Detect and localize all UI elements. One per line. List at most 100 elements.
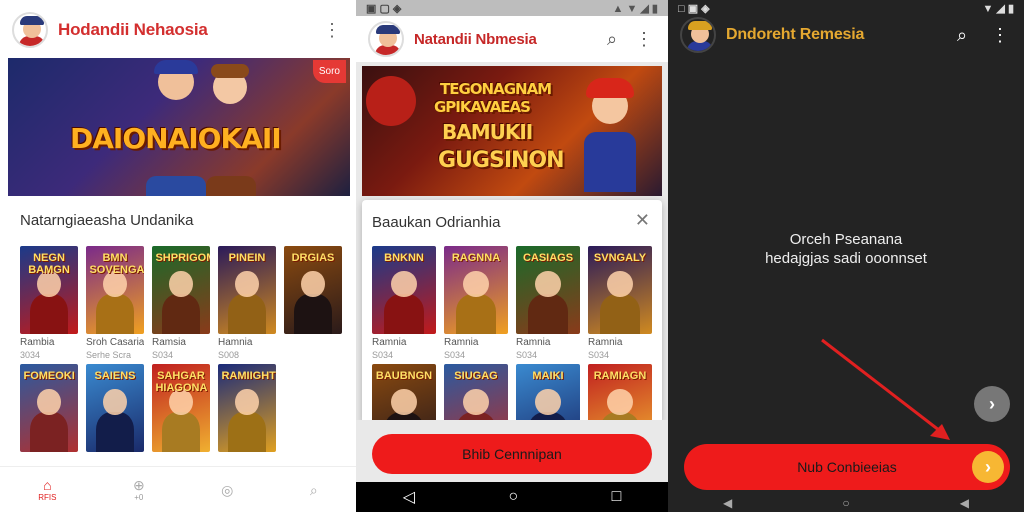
game-logo-text: DRGIAS [291,252,335,265]
section-title: Natarngiaeasha Undanika [20,212,194,229]
game-subtitle: S008 [218,350,240,360]
banner-line-3: BAMUKII [442,120,533,144]
game-logo-text: RAGNNA [451,252,501,265]
pointer-arrow [821,338,950,440]
system-nav-bar: ◁ ○ □ [356,482,668,512]
screen-light-home: Hodandii Nehaosia ⋮ DAIONAIOKAII Soro Na… [0,0,356,512]
game-logo-text: CASIAGS [522,252,574,265]
game-subtitle: Serhe Scra [86,350,132,360]
banner-line-4: GUGSINON [438,148,565,173]
game-card[interactable]: BNKNN Ramnia S034 [372,246,436,360]
game-logo-text: RAMIAGN [593,370,647,383]
game-title: Ramnia [588,337,623,348]
game-card[interactable]: DRGIAS [284,246,342,360]
status-bar: ▣ ▢ ◈ ▲ ▼ ◢ ▮ [356,0,668,16]
game-card[interactable]: SHPRIGOME Ramsia S034 [152,246,210,360]
game-title: Ramnia [372,337,407,348]
more-options-icon[interactable]: ⋮ [632,27,656,51]
banner-line-1: TEGONAGNAM [440,80,552,98]
status-icons-right: ▼ ◢ ▮ [982,2,1014,15]
app-title: Natandii Nbmesia [414,30,537,48]
home-icon[interactable]: ○ [508,488,518,506]
game-thumbnail: BMN SOVENGA [86,246,144,334]
message-line-1: Orceh Pseanana [789,231,903,248]
game-logo-text: RAMIIGHT [221,370,276,383]
game-logo-text: SHPRIGOME [155,252,210,265]
close-icon[interactable]: ✕ [635,210,650,231]
app-logo [368,21,404,57]
game-card[interactable]: CASIAGS Ramnia S034 [516,246,580,360]
game-grid: NEGN BAMGN Rambia 3034 BMN SOVENGA Sroh Casa… [20,246,342,457]
next-button[interactable]: › [974,386,1010,422]
continue-button-label: Bhib Cennnipan [462,446,562,462]
nav-label: RFIS [38,493,57,502]
game-logo-text: SIUGAG [454,370,498,383]
game-logo-text: BAUBNGN [375,370,433,383]
continue-button[interactable]: Bhib Cennnipan [372,434,652,474]
search-icon[interactable]: ⌕ [950,23,974,47]
add-icon: ⊕ [132,477,145,493]
more-options-icon[interactable]: ⋮ [320,18,344,42]
back-icon[interactable]: ◁ [403,487,415,507]
game-logo-text: FOMEOKI [23,370,75,383]
status-icons-right: ▲ ▼ ◢ ▮ [612,2,658,15]
nav-item-add[interactable]: ⊕ +0 [133,477,145,502]
game-logo-text: PINEIN [228,252,266,265]
home-icon[interactable]: ○ [842,496,849,510]
search-icon[interactable]: ⌕ [600,27,624,51]
screen-dialog: ▣ ▢ ◈ ▲ ▼ ◢ ▮ Natandii Nbmesia ⌕ ⋮ TEGON… [356,0,668,512]
game-subtitle: S034 [152,350,174,360]
app-logo [680,17,716,53]
nav-item-search[interactable]: ⌕ [310,482,318,498]
game-title: Sroh Casaria [86,337,144,348]
recents-icon[interactable]: □ [612,488,622,506]
game-thumbnail: SHPRIGOME [152,246,210,334]
game-title: Hamnia [218,337,253,348]
person-icon: ◎ [221,481,234,498]
game-subtitle: 3034 [20,350,41,360]
game-logo-text: BMN SOVENGA [89,252,144,276]
game-thumbnail: SAHGAR HIAGONA [152,364,210,452]
recents-icon[interactable]: ◀ [960,496,969,510]
continue-button[interactable]: Nub Conbieeias › [684,444,1010,490]
arrow-right-icon: › [972,451,1004,483]
nav-item-home[interactable]: ⌂ RFIS [38,477,56,502]
hero-banner[interactable]: DAIONAIOKAII Soro [8,58,350,196]
nav-label: +0 [134,493,144,502]
search-icon: ⌕ [309,481,318,498]
game-logo-text: SAIENS [94,370,136,383]
game-thumbnail: SAIENS [86,364,144,452]
game-thumbnail: PINEIN [218,246,276,334]
game-subtitle: S034 [516,350,538,360]
game-logo-text: SAHGAR HIAGONA [155,370,208,394]
app-bar: Hodandii Nehaosia ⋮ [0,10,356,50]
app-bar: Dndoreht Remesia ⌕ ⋮ [668,14,1024,56]
game-subtitle: S034 [588,350,610,360]
badge: Soro [312,60,346,83]
hero-banner[interactable]: TEGONAGNAM GPIKAVAEAS BAMUKII GUGSINON [362,66,662,196]
game-card[interactable]: RAMIIGHT [218,364,276,457]
game-card[interactable]: BMN SOVENGA Sroh Casaria Serhe Scra [86,246,144,360]
back-icon[interactable]: ◀ [723,496,732,510]
dialog-title: Baaukan Odrianhia [372,214,501,231]
more-options-icon[interactable]: ⋮ [988,23,1012,47]
game-card[interactable]: FOMEOKI [20,364,78,457]
game-card[interactable]: RAGNNA Ramnia S034 [444,246,508,360]
game-card[interactable]: NEGN BAMGN Rambia 3034 [20,246,78,360]
game-thumbnail: NEGN BAMGN [20,246,78,334]
nav-item-person[interactable]: ◎ [221,482,233,498]
status-icons-left: □ ▣ ◈ [678,2,710,15]
game-card[interactable]: SAIENS [86,364,144,457]
game-thumbnail: DRGIAS [284,246,342,334]
game-title: Ramnia [516,337,551,348]
game-card[interactable]: SVNGALY Ramnia S034 [588,246,652,360]
screen-dark-welcome: □ ▣ ◈ ▼ ◢ ▮ Dndoreht Remesia ⌕ ⋮ Orceh P… [668,0,1024,512]
game-title: Rambia [20,337,55,348]
game-title: Ramsia [152,337,186,348]
game-card[interactable]: PINEIN Hamnia S008 [218,246,276,360]
game-thumbnail: CASIAGS [516,246,580,334]
game-thumbnail: SVNGALY [588,246,652,334]
continue-button-label: Nub Conbieeias [797,459,897,475]
home-icon: ⌂ [43,477,52,493]
game-card[interactable]: SAHGAR HIAGONA [152,364,210,457]
